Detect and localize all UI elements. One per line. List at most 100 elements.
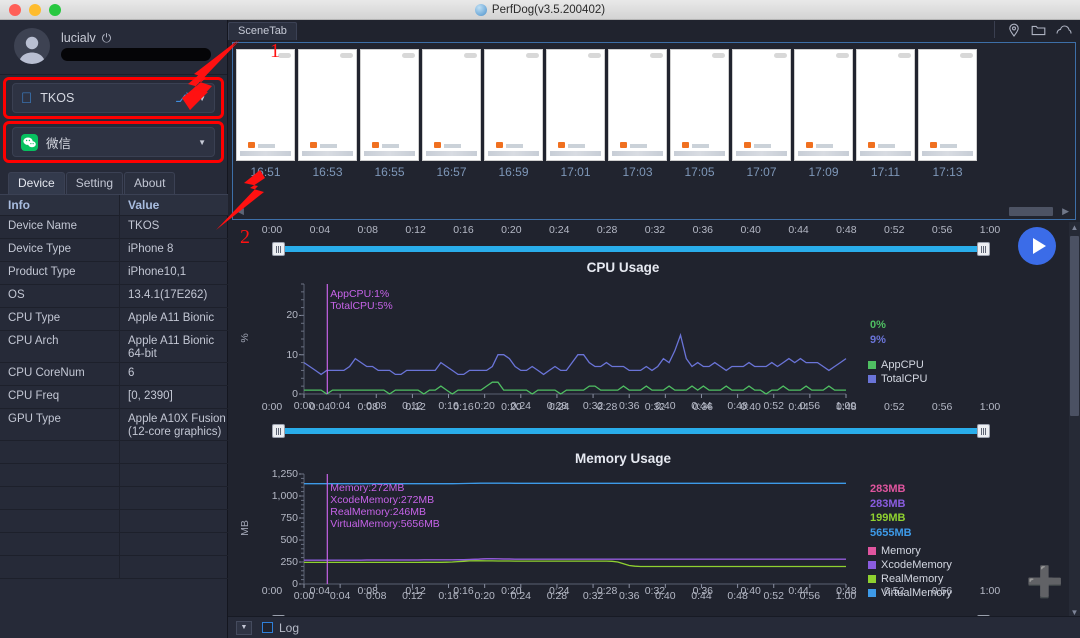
row-key — [0, 556, 120, 578]
legend-item[interactable]: Memory — [868, 544, 952, 558]
range-handle-right[interactable] — [977, 424, 990, 438]
log-checkbox[interactable] — [262, 622, 273, 633]
thumbnail-item[interactable]: 16:53 — [298, 49, 357, 179]
chevron-down-icon[interactable]: ▼ — [198, 138, 206, 147]
charts-vertical-scrollbar[interactable]: ▲ ▼ — [1069, 222, 1080, 618]
tab-about[interactable]: About — [124, 172, 176, 194]
thumbnail-item[interactable]: 16:51 — [236, 49, 295, 179]
ruler-tick: 0:40 — [740, 585, 761, 597]
thumbnail-item[interactable]: 17:05 — [670, 49, 729, 179]
table-row[interactable]: CPU Freq [0, 2390] — [0, 386, 228, 409]
log-checkbox-row[interactable]: Log — [262, 621, 299, 635]
table-row[interactable]: Product Type iPhone10,1 — [0, 262, 228, 285]
range-handle-right[interactable] — [977, 242, 990, 256]
table-row[interactable] — [0, 556, 228, 579]
thumbnail-footer-line — [302, 151, 353, 156]
power-icon[interactable]: ⏻ — [102, 32, 112, 44]
sidebar-tabs: Device Setting About — [0, 169, 227, 194]
thumbnail-image[interactable] — [732, 49, 791, 161]
table-row[interactable]: Device Type iPhone 8 — [0, 239, 228, 262]
thumbnail-text-line — [692, 144, 709, 148]
legend-item[interactable]: TotalCPU — [868, 372, 927, 386]
thumbnail-pill-icon — [898, 53, 911, 58]
scroll-up-icon[interactable]: ▲ — [1070, 223, 1079, 232]
legend-item[interactable]: RealMemory — [868, 572, 952, 586]
thumbnail-image[interactable] — [484, 49, 543, 161]
ruler-tick: 0:32 — [644, 401, 666, 413]
thumbnail-footer-line — [922, 151, 973, 156]
table-row[interactable]: OS 13.4.1(17E262) — [0, 285, 228, 308]
timeline-range-slider-cpu[interactable] — [272, 424, 990, 438]
thumbnail-footer-line — [364, 151, 415, 156]
thumbnail-image[interactable] — [794, 49, 853, 161]
table-row[interactable] — [0, 510, 228, 533]
legend-item[interactable]: AppCPU — [868, 358, 927, 372]
thumbnail-image[interactable] — [546, 49, 605, 161]
thumbnail-item[interactable]: 17:01 — [546, 49, 605, 179]
table-row[interactable] — [0, 441, 228, 464]
legend-item[interactable]: XcodeMemory — [868, 558, 952, 572]
range-handle-left[interactable] — [272, 424, 285, 438]
tab-setting[interactable]: Setting — [65, 172, 124, 194]
thumbnail-pill-icon — [960, 53, 973, 58]
thumbnail-image[interactable] — [608, 49, 667, 161]
thumbnail-item[interactable]: 17:11 — [856, 49, 915, 179]
bottom-dropdown-button[interactable]: ▼ — [236, 620, 252, 635]
thumbnail-image[interactable] — [360, 49, 419, 161]
range-slider-track[interactable] — [272, 428, 990, 434]
thumbnail-image[interactable] — [670, 49, 729, 161]
row-value: Apple A11 Bionic — [128, 312, 215, 324]
thumbnail-image[interactable] — [856, 49, 915, 161]
row-value: 13.4.1(17E262) — [128, 289, 208, 301]
thumbnail-image[interactable] — [298, 49, 357, 161]
thumbnail-footer-line — [736, 151, 787, 156]
chevron-down-icon[interactable]: ▼ — [198, 94, 206, 103]
thumbnail-image[interactable] — [236, 49, 295, 161]
thumbnail-item[interactable]: 17:13 — [918, 49, 977, 179]
cursor-annotation-line: XcodeMemory:272MB — [330, 494, 435, 506]
folder-icon[interactable] — [1031, 23, 1046, 37]
thumbnail-item[interactable]: 16:55 — [360, 49, 419, 179]
thumbnail-item[interactable]: 17:07 — [732, 49, 791, 179]
table-row[interactable] — [0, 487, 228, 510]
scroll-right-icon[interactable]: ▶ — [1062, 206, 1069, 217]
ruler-tick: 0:16 — [453, 585, 474, 597]
cpu-usage-chart[interactable]: 0 10 20% 0:00 0:04 0:08 0:12 0:16 0:20 0:24 0:28 0:… — [228, 276, 1018, 416]
thumbnail-scroll-thumb[interactable] — [1009, 206, 1053, 216]
plus-icon[interactable]: ➕ — [1026, 568, 1063, 598]
avatar[interactable] — [14, 28, 50, 64]
cloud-icon[interactable] — [1056, 23, 1072, 37]
thumbnail-item[interactable]: 17:09 — [794, 49, 853, 179]
thumbnail-image[interactable] — [422, 49, 481, 161]
current-value: 283MB — [870, 483, 906, 495]
table-row[interactable] — [0, 464, 228, 487]
table-row[interactable]: Device Name TKOS — [0, 216, 228, 239]
scene-tab[interactable]: SceneTab — [228, 22, 297, 40]
tab-device[interactable]: Device — [8, 172, 65, 194]
thumbnail-item[interactable]: 16:57 — [422, 49, 481, 179]
y-axis-tick: 10 — [286, 348, 298, 361]
table-row[interactable]: GPU Type Apple A10X Fusion (12-core graph… — [0, 409, 228, 441]
table-row[interactable]: CPU CoreNum 6 — [0, 363, 228, 386]
table-row[interactable]: CPU Type Apple A11 Bionic — [0, 308, 228, 331]
table-row[interactable] — [0, 533, 228, 556]
thumbnail-item[interactable]: 16:59 — [484, 49, 543, 179]
thumbnail-image[interactable] — [918, 49, 977, 161]
table-row[interactable]: CPU Arch Apple A11 Bionic 64-bit — [0, 331, 228, 363]
device-selector[interactable]:  TKOS ⎇ ▼ — [12, 83, 215, 113]
app-selector[interactable]: 微信 ▼ — [12, 127, 215, 157]
thumbnail-scrollbar[interactable]: ◀ ▶ — [233, 205, 1075, 217]
location-pin-icon[interactable] — [1007, 23, 1021, 37]
play-button[interactable] — [1018, 227, 1056, 265]
row-key — [0, 510, 120, 532]
row-value: [0, 2390] — [128, 390, 173, 402]
scroll-left-icon[interactable]: ◀ — [233, 206, 244, 217]
ruler-tick: 0:08 — [357, 401, 378, 413]
timeline-range-slider-top[interactable] — [272, 242, 990, 256]
y-axis-tick: 250 — [280, 556, 298, 568]
range-slider-track[interactable] — [272, 246, 990, 252]
charts-scroll-thumb[interactable] — [1070, 236, 1079, 416]
range-handle-left[interactable] — [272, 242, 285, 256]
thumbnail-item[interactable]: 17:03 — [608, 49, 667, 179]
thumbnail-pill-icon — [588, 53, 601, 58]
